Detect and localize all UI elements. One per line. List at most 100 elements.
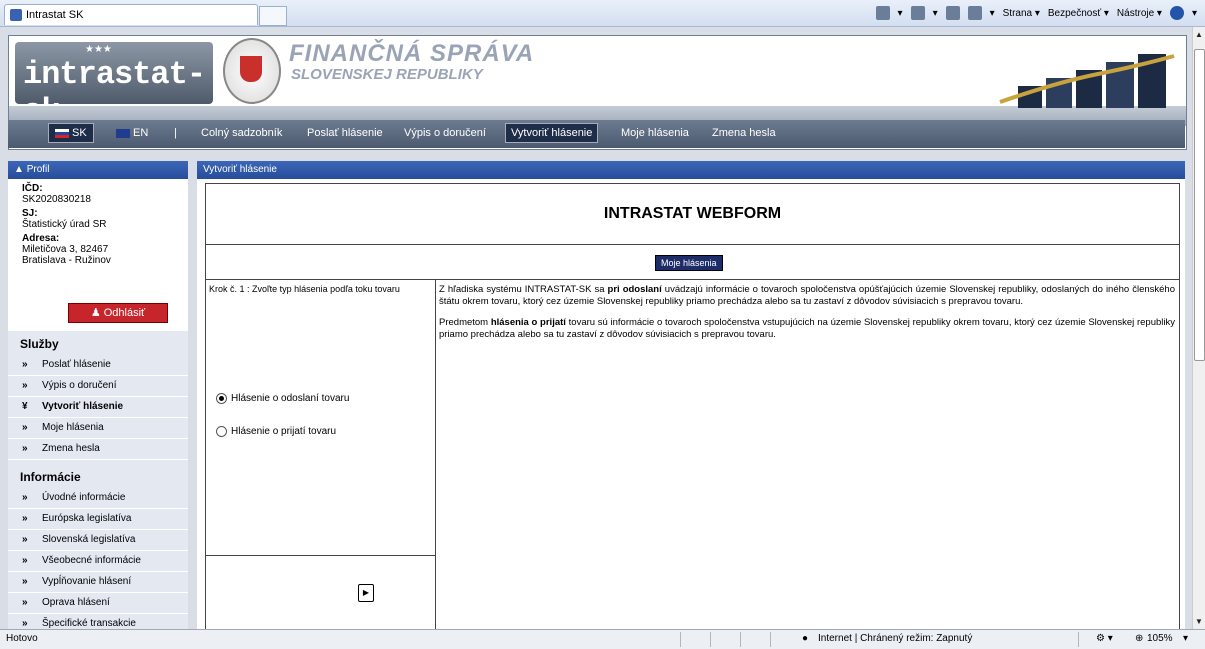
financial-admin-seal-icon	[223, 38, 281, 104]
step-divider	[206, 555, 435, 556]
dispatch-description: Z hľadiska systému INTRASTAT-SK sa pri o…	[439, 284, 1175, 308]
stars-icon: ★★★	[85, 44, 112, 55]
chevron-right-icon: »	[22, 555, 28, 566]
profile-header-label: Profil	[26, 164, 50, 175]
new-tab-button[interactable]	[259, 6, 287, 26]
text-run: Predmetom	[439, 317, 491, 328]
logo-text: intrastat-sk	[23, 56, 206, 104]
sidebar-item-vypis-o-doruceni[interactable]: » Výpis o doručení	[8, 376, 188, 397]
nav-vypis-o-doruceni[interactable]: Výpis o doručení	[404, 127, 486, 139]
sidebar-menus: Služby » Poslať hlásenie » Výpis o doručen…	[8, 331, 188, 629]
chevron-right-icon: »	[22, 534, 28, 545]
home-icon[interactable]	[875, 6, 890, 20]
sidebar-item-slovenska-legislativa[interactable]: » Slovenská legislatíva	[8, 530, 188, 551]
sidebar-item-oprava-hlaseni[interactable]: » Oprava hlásení	[8, 593, 188, 614]
info-title: Informácie	[20, 470, 81, 484]
moje-hlasenia-button[interactable]: Moje hlásenia	[655, 255, 723, 271]
sidebar-item-label: Európska legislatíva	[42, 513, 132, 524]
scroll-thumb[interactable]	[1194, 49, 1205, 361]
sidebar-item-label: Výpis o doručení	[42, 380, 117, 391]
browser-tab-bar: Intrastat SK ▾ ▾ ▾ Strana ▾ Bezpečnosť ▾…	[0, 0, 1205, 27]
chevron-right-icon: »	[22, 422, 28, 433]
vertical-scrollbar[interactable]: ▲ ▼	[1192, 27, 1205, 629]
radio-arrival-label: Hlásenie o prijatí tovaru	[231, 426, 337, 438]
chevron-right-icon: »	[22, 618, 28, 629]
zoom-level[interactable]: 105%	[1147, 633, 1173, 644]
sidebar-item-uvodne-informacie[interactable]: » Úvodné informácie	[8, 488, 188, 509]
logout-button[interactable]: ♟ Odhlásiť	[68, 303, 168, 323]
page-menu[interactable]: Strana ▾	[1003, 8, 1040, 19]
left-sidebar: ▲ Profil IČD: SK2020830218 SJ: Štatistic…	[8, 161, 188, 629]
sidebar-item-europska-legislativa[interactable]: » Európska legislatíva	[8, 509, 188, 530]
lang-sk[interactable]: SK	[48, 123, 94, 143]
intrastat-logo[interactable]: ★★★ intrastat-sk	[15, 42, 213, 104]
command-bar: ▾ ▾ ▾ Strana ▾ Bezpečnosť ▾ Nástroje ▾ ▾	[875, 6, 1197, 20]
sidebar-item-label: Oprava hlásení	[42, 597, 110, 608]
webform-title: INTRASTAT WEBFORM	[206, 184, 1179, 245]
mail-icon[interactable]	[945, 6, 960, 20]
nav-moje-hlasenia[interactable]: Moje hlásenia	[621, 127, 689, 139]
play-icon: ▶	[362, 588, 370, 597]
nav-poslat-hlasenie[interactable]: Poslať hlásenie	[307, 127, 383, 139]
sidebar-item-label: Špecifické transakcie	[42, 618, 136, 629]
profile-header: ▲ Profil	[8, 161, 188, 179]
print-icon[interactable]	[967, 6, 982, 20]
security-menu[interactable]: Bezpečnosť ▾	[1048, 8, 1109, 19]
sidebar-item-vyplnovanie-hlaseni[interactable]: » Vypĺňovanie hlásení	[8, 572, 188, 593]
next-step-button[interactable]: ▶	[358, 584, 374, 602]
nav-zmena-hesla[interactable]: Zmena hesla	[712, 127, 776, 139]
main-content: Vytvoriť hlásenie INTRASTAT WEBFORM Moje…	[197, 161, 1185, 629]
sidebar-item-zmena-hesla[interactable]: » Zmena hesla	[8, 439, 188, 460]
help-icon[interactable]	[1169, 6, 1184, 20]
description-column: Z hľadiska systému INTRASTAT-SK sa pri o…	[439, 284, 1175, 350]
sidebar-item-moje-hlasenia[interactable]: » Moje hlásenia	[8, 418, 188, 439]
org-title: FINANČNÁ SPRÁVA	[289, 40, 535, 67]
text-run-bold: hlásenia o prijatí	[490, 317, 566, 328]
protected-mode-icon[interactable]: ⚙ ▾	[1096, 633, 1113, 644]
icd-label: IČD:	[22, 183, 43, 194]
header-bar-chart-graphic	[999, 54, 1175, 108]
sidebar-item-vytvorit-hlasenie[interactable]: ¥ Vytvoriť hlásenie	[8, 397, 188, 418]
status-text: Hotovo	[6, 633, 38, 644]
scroll-up-icon[interactable]: ▲	[1195, 30, 1203, 39]
user-icon: ♟	[90, 307, 104, 319]
lang-en-label: EN	[133, 127, 149, 139]
sj-value: Štatistický úrad SR	[22, 219, 107, 230]
sidebar-item-vseobecne-informacie[interactable]: » Všeobecné informácie	[8, 551, 188, 572]
radio-arrival[interactable]: Hlásenie o prijatí tovaru	[216, 426, 336, 437]
arrival-description: Predmetom hlásenia o prijatí tovaru sú i…	[439, 317, 1175, 341]
nav-colny-sadzobnik[interactable]: Colný sadzobník	[201, 127, 282, 139]
feeds-icon[interactable]	[910, 6, 925, 20]
address-label: Adresa:	[22, 233, 60, 244]
chevron-right-icon: »	[22, 359, 28, 370]
sidebar-item-label: Poslať hlásenie	[42, 359, 111, 370]
chevron-down-icon: ¥	[22, 401, 28, 412]
help-menu[interactable]: ▾	[1192, 8, 1197, 19]
webform-columns: Krok č. 1 : Zvoľte typ hlásenia podľa to…	[206, 279, 1179, 629]
tools-menu[interactable]: Nástroje ▾	[1117, 8, 1162, 19]
zoom-chevron-down-icon[interactable]: ▾	[1183, 633, 1188, 644]
page-viewport: ★★★ intrastat-sk FINANČNÁ SPRÁVA SLOVENS…	[0, 27, 1193, 629]
sidebar-item-specificke-transakcie[interactable]: » Špecifické transakcie	[8, 614, 188, 629]
user-icon: ▲	[14, 164, 27, 175]
lang-sk-label: SK	[72, 127, 87, 139]
status-bar: Hotovo ● Internet | Chránený režim: Zapn…	[0, 629, 1205, 649]
chevron-right-icon: »	[22, 443, 28, 454]
nav-vytvorit-hlasenie[interactable]: Vytvoriť hlásenie	[505, 123, 599, 143]
tab-title: Intrastat SK	[26, 9, 84, 21]
globe-icon: ●	[802, 633, 809, 644]
lang-en[interactable]: EN	[116, 127, 148, 139]
step-label: Krok č. 1 : Zvoľte typ hlásenia podľa to…	[209, 284, 400, 294]
chevron-right-icon: »	[22, 576, 28, 587]
sj-label: SJ:	[22, 208, 38, 219]
org-subtitle: SLOVENSKEJ REPUBLIKY	[291, 66, 483, 83]
browser-tab[interactable]: Intrastat SK	[4, 4, 258, 25]
address-line1: Miletičova 3, 82467	[22, 244, 109, 255]
radio-unchecked-icon[interactable]	[216, 426, 227, 437]
scroll-down-icon[interactable]: ▼	[1195, 617, 1203, 626]
radio-checked-icon[interactable]	[216, 393, 227, 404]
site-favicon-icon	[10, 9, 22, 21]
sidebar-item-label: Vytvoriť hlásenie	[42, 401, 124, 412]
radio-dispatch[interactable]: Hlásenie o odoslaní tovaru	[216, 393, 349, 404]
sidebar-item-poslat-hlasenie[interactable]: » Poslať hlásenie	[8, 355, 188, 376]
